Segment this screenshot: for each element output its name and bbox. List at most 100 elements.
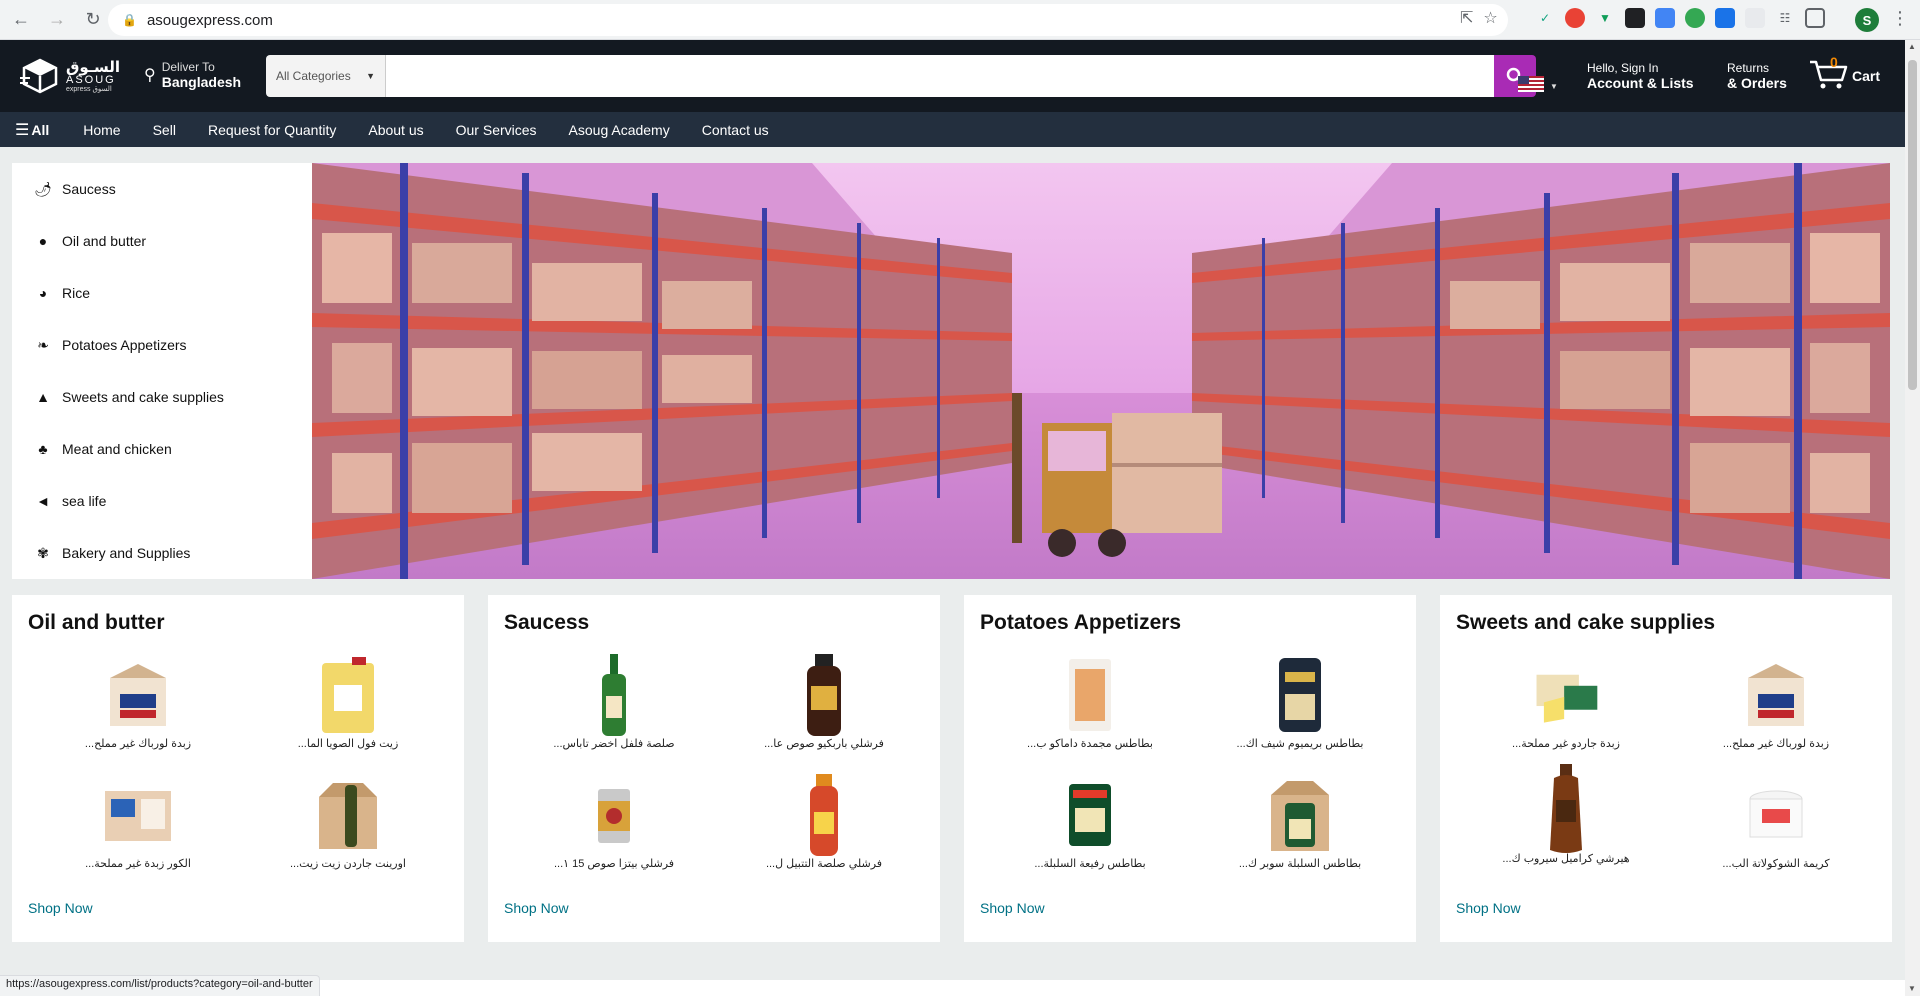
extension-icon[interactable] <box>1655 8 1675 28</box>
sidebar-item-label: Bakery and Supplies <box>62 545 191 561</box>
extension-icon[interactable] <box>1715 8 1735 28</box>
nav-asoug-academy[interactable]: Asoug Academy <box>553 122 686 138</box>
product-item[interactable]: ...بطاطس السلبلة سوبر ك <box>1200 775 1400 870</box>
status-bar-url: https://asougexpress.com/list/products?c… <box>0 975 320 996</box>
product-thumbnail <box>313 655 383 735</box>
sidebar-item-potatoes[interactable]: ❧ Potatoes Appetizers <box>12 319 312 371</box>
product-item[interactable]: ...كريمة الشوكولاتة الب <box>1676 775 1876 870</box>
product-item[interactable]: ...زيت فول الصويا الما <box>248 655 448 750</box>
us-flag-icon[interactable] <box>1518 76 1544 92</box>
nav-request-quantity[interactable]: Request for Quantity <box>192 122 352 138</box>
shop-now-link[interactable]: Shop Now <box>980 900 1045 916</box>
rice-bowl-icon: ◕ <box>38 285 48 301</box>
sidebar-item-rice[interactable]: ◕ Rice <box>12 267 312 319</box>
deliver-to[interactable]: ⚲ Deliver To Bangladesh <box>144 60 241 90</box>
product-item[interactable]: ...بطاطس مجمدة داماكو ب <box>990 655 1190 750</box>
product-item[interactable]: ...صلصة فلفل اخضر تاباس <box>514 654 714 750</box>
product-thumbnail <box>579 775 649 855</box>
shop-now-link[interactable]: Shop Now <box>28 900 93 916</box>
product-item[interactable]: ...زبدة لورباك غير مملح <box>38 655 238 750</box>
product-thumbnail <box>1531 764 1601 853</box>
product-item[interactable]: ...فرشلي بيتزا صوص 15 ١ <box>514 775 714 870</box>
returns-orders[interactable]: Returns & Orders <box>1727 61 1787 91</box>
sidebar-item-sweets[interactable]: ▲ Sweets and cake supplies <box>12 371 312 423</box>
sidebar-item-label: Oil and butter <box>62 233 147 249</box>
sidebar-item-label: Sweets and cake supplies <box>62 389 224 405</box>
extension-icon[interactable]: ✓ <box>1535 8 1555 28</box>
product-name: ...فرشلي صلصة التتبيل ل <box>765 858 883 870</box>
search-bar: All Categories ▼ <box>266 55 1536 97</box>
product-name: ...صلصة فلفل اخضر تاباس <box>553 738 675 750</box>
puzzle-icon[interactable]: ☷ <box>1775 8 1795 28</box>
cart-button[interactable]: 0 Cart <box>1808 54 1880 90</box>
hero-banner[interactable] <box>312 163 1890 579</box>
product-item[interactable]: ...فرشلي صلصة التتبيل ل <box>724 774 924 870</box>
product-name: ...فرشلي باربكيو صوص عا <box>764 738 884 750</box>
browser-toolbar: ← → ↻ 🔒 asougexpress.com ⇱ ☆ ✓ ▼ ☷ S ⋮ <box>0 0 1920 40</box>
sidebar-item-label: Rice <box>62 285 91 301</box>
extension-icon[interactable] <box>1685 8 1705 28</box>
product-item[interactable]: ...هيرشي كراميل سيروب ك <box>1466 764 1666 865</box>
nav-about-us[interactable]: About us <box>352 122 439 138</box>
side-panel-icon[interactable] <box>1805 8 1825 28</box>
product-thumbnail <box>103 655 173 735</box>
scrollbar-thumb[interactable] <box>1908 60 1917 390</box>
category-card-potatoes: Potatoes Appetizers ...بطاطس مجمدة داماك… <box>964 595 1416 942</box>
product-item[interactable]: ...زبدة جاردو غير مملحة <box>1466 655 1666 750</box>
bookmark-star-icon[interactable]: ☆ <box>1483 8 1497 28</box>
category-select[interactable]: All Categories ▼ <box>266 55 386 97</box>
profile-avatar[interactable]: S <box>1855 8 1879 32</box>
browser-menu-icon[interactable]: ⋮ <box>1890 8 1910 32</box>
scroll-up-icon[interactable]: ▲ <box>1908 42 1916 51</box>
main-navbar: ☰ All Home Sell Request for Quantity Abo… <box>0 112 1905 147</box>
address-bar[interactable]: 🔒 asougexpress.com <box>108 4 1508 36</box>
all-menu-button[interactable]: ☰ All <box>15 120 49 140</box>
meat-icon: ♣ <box>38 441 48 457</box>
nav-our-services[interactable]: Our Services <box>440 122 553 138</box>
nav-sell[interactable]: Sell <box>137 122 192 138</box>
sidebar-item-label: sea life <box>62 493 107 509</box>
product-name: ...زبدة لورباك غير مملح <box>1722 738 1830 750</box>
product-item[interactable]: ...اورينت جاردن زيت زيت <box>248 775 448 870</box>
extension-icon[interactable]: ▼ <box>1595 8 1615 28</box>
product-item[interactable]: ...الكور زبدة غير مملحة <box>38 775 238 870</box>
product-name: ...بطاطس رفيعة السلبلة <box>1034 858 1146 870</box>
product-thumbnail <box>789 774 859 856</box>
extension-icon[interactable] <box>1565 8 1585 28</box>
site-logo[interactable]: السـوق ASOUG express السوق <box>20 54 125 98</box>
extension-icon[interactable] <box>1745 8 1765 28</box>
forward-icon[interactable]: → <box>42 5 72 35</box>
account-lists[interactable]: Hello, Sign In Account & Lists <box>1587 61 1694 91</box>
nav-home[interactable]: Home <box>67 122 136 138</box>
nav-contact-us[interactable]: Contact us <box>686 122 785 138</box>
sidebar-item-sea-life[interactable]: ◄ sea life <box>12 475 312 527</box>
share-icon[interactable]: ⇱ <box>1460 8 1473 28</box>
sidebar-item-saucess[interactable]: 🌶 Saucess <box>12 163 312 215</box>
search-input[interactable] <box>386 55 1494 97</box>
product-item[interactable]: ...بطاطس رفيعة السلبلة <box>990 775 1190 870</box>
shop-now-link[interactable]: Shop Now <box>504 900 569 916</box>
shop-now-link[interactable]: Shop Now <box>1456 900 1521 916</box>
product-item[interactable]: ...بطاطس بريميوم شيف اك <box>1200 655 1400 750</box>
sidebar-item-oil-butter[interactable]: ● Oil and butter <box>12 215 312 267</box>
reload-icon[interactable]: ↻ <box>78 5 108 35</box>
page-scrollbar[interactable]: ▲ ▼ <box>1905 40 1920 996</box>
warehouse-banner-image <box>312 163 1890 579</box>
category-card-saucess: Saucess ...صلصة فلفل اخضر تاباس ...فرشلي… <box>488 595 940 942</box>
pepper-icon: ❧ <box>37 336 49 353</box>
card-title: Sweets and cake supplies <box>1456 611 1716 634</box>
scroll-down-icon[interactable]: ▼ <box>1908 984 1916 993</box>
logo-english: ASOUG <box>66 73 116 86</box>
back-icon[interactable]: ← <box>6 5 36 35</box>
sidebar-item-meat[interactable]: ♣ Meat and chicken <box>12 423 312 475</box>
extension-icon[interactable] <box>1625 8 1645 28</box>
product-name: ...اورينت جاردن زيت زيت <box>290 858 406 870</box>
category-card-sweets: Sweets and cake supplies ...زبدة جاردو غ… <box>1440 595 1892 942</box>
sidebar-item-bakery[interactable]: ✾ Bakery and Supplies <box>12 527 312 579</box>
card-title: Potatoes Appetizers <box>980 611 1182 634</box>
product-thumbnail <box>1741 775 1811 855</box>
product-item[interactable]: ...فرشلي باربكيو صوص عا <box>724 654 924 750</box>
product-item[interactable]: ...زبدة لورباك غير مملح <box>1676 655 1876 750</box>
product-thumbnail <box>1055 655 1125 735</box>
caret-down-icon: ▼ <box>366 71 375 81</box>
